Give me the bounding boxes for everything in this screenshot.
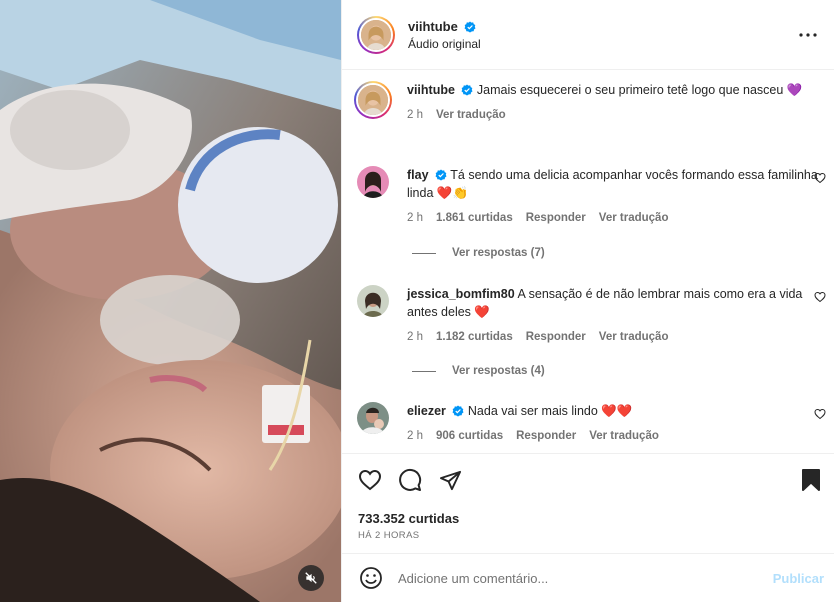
comment-emoji: ❤️❤️	[601, 404, 633, 418]
comment-emoji: ❤️👏	[436, 186, 469, 200]
comment-avatar[interactable]	[357, 285, 389, 317]
like-button[interactable]	[357, 467, 383, 493]
comment-username[interactable]: flay	[407, 168, 429, 182]
view-replies-button[interactable]: Ver respostas (4)	[412, 365, 545, 377]
comment-username[interactable]: jessica_bomfim80	[407, 287, 515, 301]
view-replies-label: Ver respostas (7)	[452, 247, 545, 259]
post-timestamp[interactable]: HÁ 2 HORAS	[358, 530, 420, 541]
verified-icon	[452, 405, 464, 417]
author-username[interactable]: viihtube	[408, 19, 458, 34]
comment-text: Nada vai ser mais lindo	[467, 404, 598, 418]
caption-username[interactable]: viihtube	[407, 83, 455, 97]
emoji-icon[interactable]	[359, 566, 383, 590]
comment-likes[interactable]: 1.861 curtidas	[436, 212, 513, 224]
translate-button[interactable]: Ver tradução	[589, 430, 659, 442]
comment-like-heart-icon[interactable]	[814, 172, 826, 184]
view-replies-button[interactable]: Ver respostas (7)	[412, 247, 545, 259]
comment-like-heart-icon[interactable]	[814, 408, 826, 420]
more-icon	[799, 32, 817, 37]
comment-likes[interactable]: 1.182 curtidas	[436, 331, 513, 343]
save-button[interactable]	[798, 467, 824, 493]
comment-like-heart-icon[interactable]	[814, 291, 826, 303]
likes-count[interactable]: 733.352 curtidas	[358, 511, 459, 526]
share-icon	[439, 470, 461, 490]
comment-eliezer: eliezer Nada vai ser mais lindo ❤️❤️ 2 h…	[357, 402, 834, 442]
view-replies-label: Ver respostas (4)	[452, 365, 545, 377]
caption: viihtube Jamais esquecerei o seu primeir…	[354, 81, 834, 121]
caption-text: Jamais esquecerei o seu primeiro tetê lo…	[476, 83, 784, 97]
comment-avatar[interactable]	[357, 166, 389, 198]
mute-button[interactable]	[298, 565, 324, 591]
newborn-photo	[0, 0, 341, 602]
comment-emoji: ❤️	[474, 305, 490, 319]
comment-avatar[interactable]	[357, 402, 389, 434]
translate-button[interactable]: Ver tradução	[599, 331, 669, 343]
comment-likes[interactable]: 906 curtidas	[436, 430, 503, 442]
comment-button[interactable]	[397, 467, 423, 493]
comment-username[interactable]: eliezer	[407, 404, 446, 418]
reply-button[interactable]: Responder	[516, 430, 576, 442]
comment-jessica: jessica_bomfim80 A sensação é de não lem…	[357, 285, 834, 343]
bookmark-icon	[802, 469, 820, 491]
caption-translate-button[interactable]: Ver tradução	[436, 109, 506, 121]
post-header: viihtube Áudio original	[342, 0, 834, 70]
comment-time[interactable]: 2 h	[407, 331, 423, 343]
comment-input[interactable]	[398, 570, 773, 586]
reply-button[interactable]: Responder	[526, 212, 586, 224]
verified-icon	[461, 84, 473, 96]
comment-flay: flay Tá sendo uma delicia acompanhar voc…	[357, 166, 834, 224]
reply-button[interactable]: Responder	[526, 331, 586, 343]
replies-divider	[412, 370, 436, 372]
post-actions: 733.352 curtidas HÁ 2 HORAS	[342, 453, 834, 553]
mute-icon	[305, 572, 317, 584]
verified-icon	[435, 169, 447, 181]
replies-divider	[412, 252, 436, 254]
verified-icon	[464, 21, 476, 32]
add-comment-bar: Publicar	[342, 553, 834, 602]
more-options-button[interactable]	[796, 23, 820, 47]
comment-text: Tá sendo uma delicia acompanhar vocês fo…	[407, 168, 818, 200]
comment-time[interactable]: 2 h	[407, 430, 423, 442]
share-button[interactable]	[437, 467, 463, 493]
translate-button[interactable]: Ver tradução	[599, 212, 669, 224]
caption-time[interactable]: 2 h	[407, 109, 423, 121]
comment-icon	[399, 468, 422, 491]
comment-time[interactable]: 2 h	[407, 212, 423, 224]
post-panel: viihtube Áudio original viihtube Jamais …	[341, 0, 834, 602]
audio-label[interactable]: Áudio original	[408, 37, 796, 51]
instagram-post: viihtube Áudio original viihtube Jamais …	[0, 0, 834, 602]
caption-avatar[interactable]	[354, 81, 392, 119]
caption-emoji: 💜	[786, 83, 803, 97]
heart-icon	[358, 469, 382, 491]
post-video[interactable]	[0, 0, 341, 602]
comments-list[interactable]: viihtube Jamais esquecerei o seu primeir…	[342, 70, 834, 453]
publish-button[interactable]: Publicar	[773, 571, 824, 586]
author-avatar[interactable]	[357, 15, 395, 54]
